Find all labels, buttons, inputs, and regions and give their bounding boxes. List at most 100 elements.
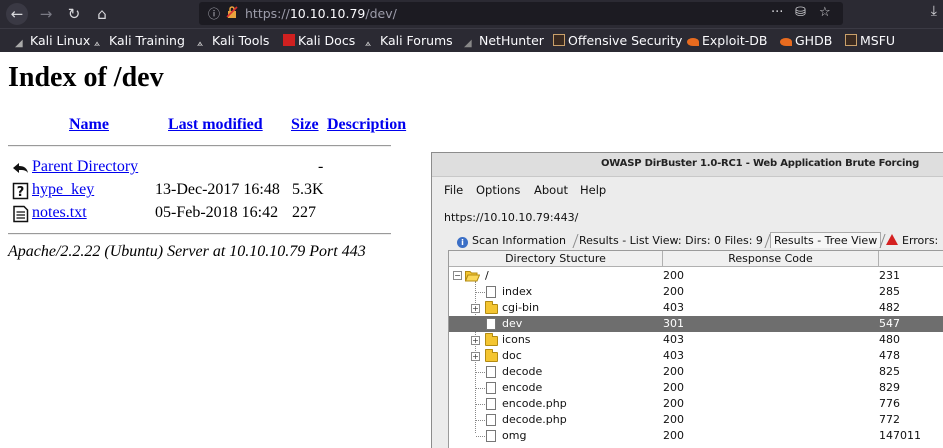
menu-about[interactable]: About xyxy=(534,183,568,197)
tree-item-label: icons xyxy=(502,333,531,346)
response-size: 285 xyxy=(879,285,900,298)
bookmark-offensive-security[interactable]: Offensive Security xyxy=(553,32,682,50)
column-directory-structure[interactable]: Directory Stucture xyxy=(449,252,662,266)
table-row[interactable]: decode 200 825 xyxy=(449,364,943,380)
response-code: 403 xyxy=(663,349,684,362)
file-link-hype-key[interactable]: hype_key xyxy=(32,181,94,199)
tree-item-label: doc xyxy=(502,349,522,362)
table-row[interactable]: omg 200 147011 xyxy=(449,428,943,444)
table-row[interactable]: + icons 403 480 xyxy=(449,332,943,348)
bookmark-star-icon[interactable]: ☆ xyxy=(819,5,831,20)
collapse-icon[interactable]: − xyxy=(453,271,462,280)
bookmark-exploit-db[interactable]: Exploit-DB xyxy=(687,32,767,50)
pocket-icon[interactable]: ⛁ xyxy=(795,5,806,20)
window-titlebar[interactable]: OWASP DirBuster 1.0-RC1 - Web Applicatio… xyxy=(432,153,943,177)
response-code: 200 xyxy=(663,285,684,298)
column-response-code[interactable]: Response Code xyxy=(663,252,878,266)
expand-icon[interactable]: + xyxy=(471,336,480,345)
file-icon xyxy=(486,318,496,330)
tree-item-label: decode xyxy=(502,365,543,378)
expand-icon[interactable]: + xyxy=(471,304,480,313)
bookmark-kali-tools[interactable]: ⟑ Kali Tools xyxy=(197,32,269,50)
response-code: 200 xyxy=(663,397,684,410)
file-icon xyxy=(486,414,496,426)
table-row-selected[interactable]: dev 301 547 xyxy=(449,316,943,332)
tree-connector xyxy=(476,404,485,405)
table-row[interactable]: encode.php 200 776 xyxy=(449,396,943,412)
file-icon xyxy=(486,398,496,410)
page-title: Index of /dev xyxy=(8,62,164,93)
bookmark-kali-training[interactable]: ⟑ Kali Training xyxy=(94,32,185,50)
reload-icon[interactable]: ↻ xyxy=(64,3,84,25)
tree-item-label: / xyxy=(485,269,489,282)
table-row[interactable]: + cgi-bin 403 482 xyxy=(449,300,943,316)
bookmark-kali-linux[interactable]: ◢ Kali Linux xyxy=(15,32,90,50)
forward-arrow-icon[interactable]: → xyxy=(36,3,56,25)
parent-directory-link[interactable]: Parent Directory xyxy=(32,158,138,176)
table-row[interactable]: decode.php 200 772 xyxy=(449,412,943,428)
column-header-description[interactable]: Description xyxy=(327,116,406,134)
folder-icon xyxy=(485,333,498,346)
tree-item-label: omg xyxy=(502,429,527,442)
tree-item-label: decode.php xyxy=(502,413,567,426)
tree-item-label: dev xyxy=(502,317,523,330)
bookmark-nethunter[interactable]: ◢ NetHunter xyxy=(464,32,544,50)
bookmark-kali-docs[interactable]: Kali Docs xyxy=(283,32,355,50)
response-code: 200 xyxy=(663,269,684,282)
divider xyxy=(8,233,391,235)
table-row[interactable]: index 200 285 xyxy=(449,284,943,300)
tab-strip: i Scan Information Results - List View: D… xyxy=(452,232,943,250)
url-bar[interactable]: ⓘ https://10.10.10.79/dev/ ··· ⛁ ☆ xyxy=(199,2,843,25)
menu-options[interactable]: Options xyxy=(476,183,520,197)
results-tree-table[interactable]: Directory Stucture Response Code − / 200… xyxy=(448,250,943,448)
response-size: 547 xyxy=(879,317,900,330)
home-icon[interactable]: ⌂ xyxy=(92,3,112,25)
tab-results-tree-view[interactable]: Results - Tree View xyxy=(770,232,882,248)
back-arrow-icon[interactable]: ← xyxy=(6,3,28,25)
file-icon xyxy=(486,382,496,394)
kali-dragon-icon: ⟑ xyxy=(94,38,101,49)
tree-item-label: index xyxy=(502,285,533,298)
bookmark-msfu[interactable]: MSFU xyxy=(845,32,895,50)
expand-icon[interactable]: + xyxy=(471,352,480,361)
table-row[interactable]: − / 200 231 xyxy=(449,268,943,284)
tab-scan-information[interactable]: i Scan Information xyxy=(457,233,566,249)
offsec-icon xyxy=(845,34,857,46)
bookmark-ghdb[interactable]: GHDB xyxy=(780,32,832,50)
tab-errors[interactable]: Errors: xyxy=(886,233,938,249)
response-size: 231 xyxy=(879,269,900,282)
response-size: 829 xyxy=(879,381,900,394)
response-code: 301 xyxy=(663,317,684,330)
table-row[interactable]: + doc 403 478 xyxy=(449,348,943,364)
info-icon: i xyxy=(457,237,468,248)
text-file-icon xyxy=(13,205,29,223)
page-actions-icon[interactable]: ··· xyxy=(771,5,783,20)
kali-docs-icon xyxy=(283,34,295,46)
response-code: 200 xyxy=(663,429,684,442)
menu-help[interactable]: Help xyxy=(580,183,606,197)
insecure-lock-icon[interactable] xyxy=(226,6,238,18)
folder-icon xyxy=(485,349,498,362)
bookmark-kali-forums[interactable]: ⟑ Kali Forums xyxy=(365,32,453,50)
url-text[interactable]: https://10.10.10.79/dev/ xyxy=(245,6,397,21)
column-header-last-modified[interactable]: Last modified xyxy=(168,116,263,134)
response-code: 403 xyxy=(663,333,684,346)
info-icon[interactable]: ⓘ xyxy=(208,5,220,22)
table-header: Directory Stucture Response Code xyxy=(449,251,943,267)
tab-results-list-view[interactable]: Results - List View: Dirs: 0 Files: 9 xyxy=(579,233,763,249)
column-header-name[interactable]: Name xyxy=(69,116,109,134)
tree-item-label: encode xyxy=(502,381,543,394)
response-size: 147011 xyxy=(879,429,921,442)
menu-file[interactable]: File xyxy=(444,183,463,197)
svg-text:?: ? xyxy=(17,185,25,200)
column-header-size[interactable]: Size xyxy=(291,116,319,134)
tree-connector xyxy=(476,420,485,421)
tree-item-label: encode.php xyxy=(502,397,567,410)
folder-icon xyxy=(485,301,498,314)
warning-icon xyxy=(886,234,898,245)
file-link-notes-txt[interactable]: notes.txt xyxy=(32,204,87,222)
download-icon[interactable]: ⤓ xyxy=(931,3,937,19)
table-row[interactable]: encode 200 829 xyxy=(449,380,943,396)
last-modified: 05-Feb-2018 16:42 xyxy=(155,204,279,221)
file-size: 5.3K xyxy=(292,181,324,198)
